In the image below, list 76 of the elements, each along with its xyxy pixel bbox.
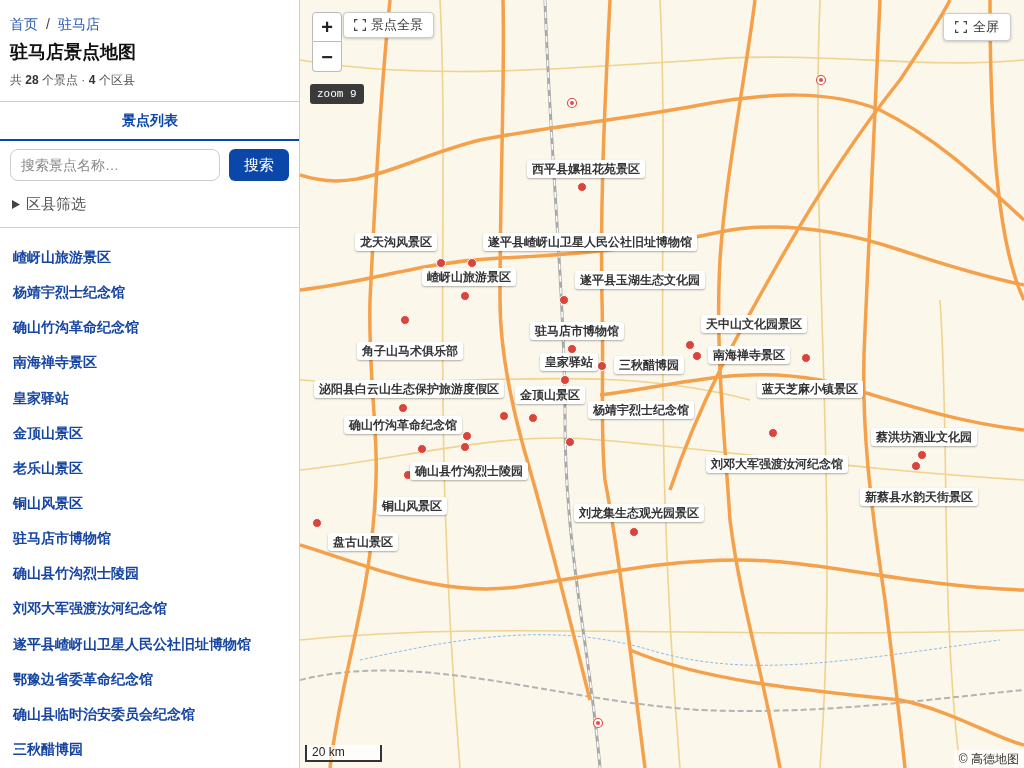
marker-icon[interactable] bbox=[911, 461, 921, 471]
marker-icon[interactable] bbox=[629, 527, 639, 537]
map-label[interactable]: 西平县嫘祖花苑景区 bbox=[527, 160, 645, 178]
map-label[interactable]: 金顶山景区 bbox=[515, 386, 585, 404]
marker-icon[interactable] bbox=[692, 351, 702, 361]
breadcrumb-link[interactable]: 驻马店 bbox=[57, 13, 100, 35]
search-field[interactable]: 搜索景点名称… bbox=[10, 149, 221, 181]
map-label[interactable]: 驻马店市博物馆 bbox=[530, 322, 624, 340]
map-label[interactable]: 新蔡县水韵天街景区 bbox=[860, 488, 978, 506]
map-label[interactable]: 铜山风景区 bbox=[377, 497, 447, 515]
zoom-level-badge: zoom 9 bbox=[310, 84, 364, 104]
marker-icon[interactable] bbox=[685, 340, 695, 350]
map-label[interactable]: 遂平县嵖岈山卫星人民公社旧址博物馆 bbox=[483, 233, 697, 251]
spot-link[interactable]: 铜山风景区 bbox=[13, 493, 83, 515]
marker-icon[interactable] bbox=[528, 413, 538, 423]
marker-icon[interactable] bbox=[917, 450, 927, 460]
spot-link[interactable]: 鄂豫边省委革命纪念馆 bbox=[13, 668, 153, 690]
map-label[interactable]: 确山县竹沟烈士陵园 bbox=[410, 462, 528, 480]
marker-icon[interactable] bbox=[577, 182, 587, 192]
map-label[interactable]: 天中山文化园景区 bbox=[701, 315, 807, 333]
marker-icon[interactable] bbox=[499, 411, 509, 421]
page-title: 驻马店景点地图 bbox=[10, 41, 137, 64]
expand-icon bbox=[354, 19, 366, 31]
marker-icon[interactable] bbox=[398, 403, 408, 413]
map-label[interactable]: 杨靖宇烈士纪念馆 bbox=[588, 401, 694, 419]
spot-link[interactable]: 确山竹沟革命纪念馆 bbox=[13, 317, 139, 339]
map-label[interactable]: 龙天沟风景区 bbox=[355, 233, 437, 251]
breadcrumb-separator: / bbox=[46, 14, 50, 34]
map-attribution: © 高德地图 bbox=[953, 750, 1024, 768]
marker-icon[interactable] bbox=[559, 295, 569, 305]
marker-icon[interactable] bbox=[462, 431, 472, 441]
map-label[interactable]: 蔡洪坊酒业文化园 bbox=[871, 428, 977, 446]
search-button[interactable]: 搜索 bbox=[229, 149, 289, 181]
map-label[interactable]: 南海禅寺景区 bbox=[708, 346, 790, 364]
spot-link[interactable]: 南海禅寺景区 bbox=[13, 352, 97, 374]
map-label[interactable]: 嵖岈山旅游景区 bbox=[422, 268, 516, 286]
map-label[interactable]: 刘邓大军强渡汝河纪念馆 bbox=[706, 455, 848, 473]
map-label[interactable]: 盘古山景区 bbox=[328, 533, 398, 551]
map-label[interactable]: 角子山马术俱乐部 bbox=[357, 342, 463, 360]
spot-link[interactable]: 确山县临时治安委员会纪念馆 bbox=[13, 703, 195, 725]
map-label[interactable]: 皇家驿站 bbox=[540, 353, 598, 371]
map-label[interactable]: 三秋醋博园 bbox=[614, 356, 684, 374]
map-label[interactable]: 确山竹沟革命纪念馆 bbox=[344, 416, 462, 434]
zoom-in-button[interactable]: + bbox=[312, 12, 342, 42]
marker-icon[interactable] bbox=[460, 442, 470, 452]
map-label[interactable]: 泌阳县白云山生态保护旅游度假区 bbox=[314, 380, 504, 398]
expand-icon bbox=[955, 21, 967, 33]
map-label[interactable]: 遂平县玉湖生态文化园 bbox=[575, 271, 705, 289]
spot-link[interactable]: 刘邓大军强渡汝河纪念馆 bbox=[13, 598, 167, 620]
spot-link[interactable]: 驻马店市博物馆 bbox=[13, 528, 111, 550]
marker-icon[interactable] bbox=[400, 315, 410, 325]
map-label[interactable]: 蓝天芝麻小镇景区 bbox=[757, 380, 863, 398]
marker-icon[interactable] bbox=[768, 428, 778, 438]
marker-icon[interactable] bbox=[565, 437, 575, 447]
marker-icon[interactable] bbox=[460, 291, 470, 301]
summary-text: 共 28 个景点 · 4 个区县 bbox=[10, 72, 136, 89]
district-filter-toggle[interactable]: 区县筛选 bbox=[10, 192, 86, 216]
map-label[interactable]: 刘龙集生态观光园景区 bbox=[574, 504, 704, 522]
marker-icon[interactable] bbox=[560, 375, 570, 385]
spot-link[interactable]: 嵖岈山旅游景区 bbox=[13, 247, 111, 269]
marker-icon[interactable] bbox=[801, 353, 811, 363]
fullscreen-button[interactable]: 全屏 bbox=[943, 13, 1011, 41]
spot-link[interactable]: 遂平县嵖岈山卫星人民公社旧址博物馆 bbox=[13, 633, 251, 655]
breadcrumb-link[interactable]: 首页 bbox=[10, 13, 38, 35]
marker-icon[interactable] bbox=[417, 444, 427, 454]
spot-link[interactable]: 金顶山景区 bbox=[13, 422, 83, 444]
scale-bar: 20 km bbox=[305, 745, 382, 762]
spot-link[interactable]: 确山县竹沟烈士陵园 bbox=[13, 563, 139, 585]
spot-link[interactable]: 杨靖宇烈士纪念馆 bbox=[13, 282, 125, 304]
marker-icon[interactable] bbox=[312, 518, 322, 528]
spot-link[interactable]: 老乐山景区 bbox=[13, 457, 83, 479]
zoom-out-button[interactable]: − bbox=[312, 42, 342, 72]
overview-button[interactable]: 景点全景 bbox=[343, 12, 434, 38]
tab[interactable]: 景点列表 bbox=[0, 102, 299, 141]
spot-link[interactable]: 三秋醋博园 bbox=[13, 739, 83, 761]
spot-link[interactable]: 皇家驿站 bbox=[13, 387, 69, 409]
